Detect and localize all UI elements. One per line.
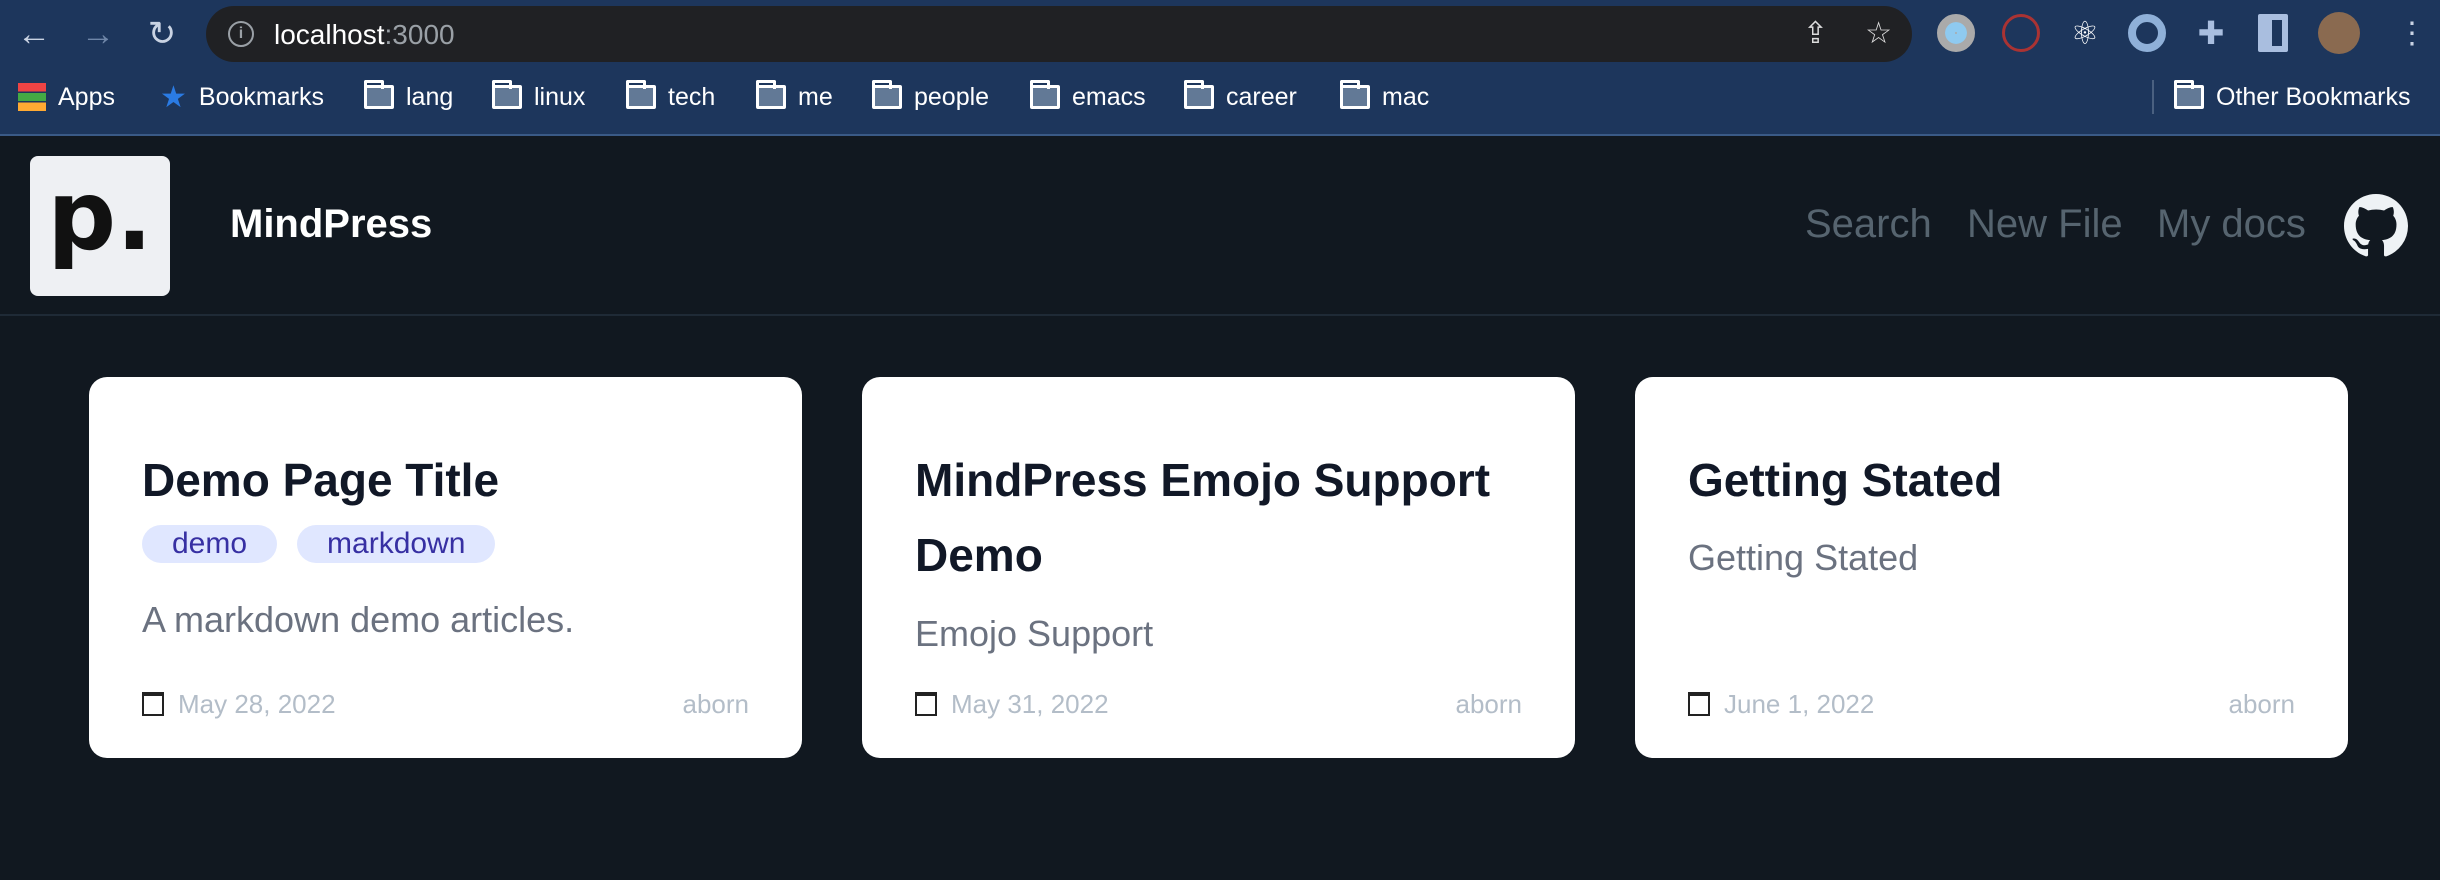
apps-icon: [18, 83, 46, 111]
forward-icon[interactable]: →: [78, 14, 118, 54]
logo[interactable]: p.: [30, 156, 170, 296]
card-author: aborn: [1455, 689, 1523, 719]
back-icon[interactable]: ←: [14, 14, 54, 54]
avatar[interactable]: [2318, 12, 2360, 54]
react-icon[interactable]: ⚛: [2066, 14, 2104, 52]
reload-icon[interactable]: ↻: [142, 14, 182, 54]
card-description: A markdown demo articles.: [142, 599, 575, 640]
bookmark-bookmarks[interactable]: ★ Bookmarks: [160, 80, 324, 114]
calendar-icon: [1688, 692, 1710, 716]
bookmark-folder[interactable]: mac: [1340, 80, 1429, 114]
address-bar[interactable]: i localhost:3000 ⇪ ☆: [206, 6, 1912, 62]
card-date: May 28, 2022: [142, 689, 336, 720]
brand-name[interactable]: MindPress: [230, 202, 432, 247]
divider: [2152, 80, 2154, 114]
folder-icon: [492, 80, 522, 109]
sidepanel-icon[interactable]: [2258, 14, 2288, 52]
card-date: June 1, 2022: [1688, 689, 1874, 720]
bookmark-folder[interactable]: me: [756, 80, 833, 114]
nav-my-docs[interactable]: My docs: [2157, 202, 2306, 247]
doc-card[interactable]: Getting Stated Getting Stated June 1, 20…: [1635, 377, 2348, 758]
star-icon[interactable]: ☆: [1865, 16, 1892, 51]
card-title[interactable]: Demo Page Title: [142, 443, 762, 518]
site-header: p. MindPress Search New File My docs: [0, 138, 2440, 316]
folder-icon: [1184, 80, 1214, 109]
tag[interactable]: demo: [142, 525, 278, 563]
extension-icon[interactable]: [2002, 14, 2040, 52]
bookmark-folder[interactable]: lang: [364, 80, 453, 114]
nav-search[interactable]: Search: [1805, 202, 1932, 247]
card-description: Emojo Support: [915, 613, 1154, 654]
card-author: aborn: [2228, 689, 2296, 719]
folder-icon: [364, 80, 394, 109]
folder-icon: [1030, 80, 1060, 109]
puzzle-icon[interactable]: ✚: [2192, 14, 2230, 52]
tag[interactable]: markdown: [297, 525, 496, 563]
tag-list: demo markdown: [142, 525, 496, 563]
folder-icon: [2174, 80, 2204, 109]
card-date: May 31, 2022: [915, 689, 1109, 720]
info-icon[interactable]: i: [228, 21, 254, 47]
star-icon: ★: [160, 80, 187, 114]
card-author: aborn: [682, 689, 750, 719]
doc-card[interactable]: MindPress Emojo Support Demo Emojo Suppo…: [862, 377, 1575, 758]
bookmark-folder[interactable]: career: [1184, 80, 1297, 114]
github-icon[interactable]: [2344, 194, 2408, 258]
bookmark-folder[interactable]: people: [872, 80, 989, 114]
nav-new-file[interactable]: New File: [1967, 202, 2123, 247]
browser-chrome: ← → ↻ i localhost:3000 ⇪ ☆ ⚛ ✚ ⋮ Apps ★ B…: [0, 0, 2440, 136]
url-text[interactable]: localhost:3000: [274, 19, 455, 51]
folder-icon: [1340, 80, 1370, 109]
calendar-icon: [915, 692, 937, 716]
bookmark-apps[interactable]: Apps: [18, 80, 115, 114]
bookmark-folder[interactable]: linux: [492, 80, 585, 114]
bookmark-other[interactable]: Other Bookmarks: [2174, 80, 2411, 114]
extension-icon[interactable]: [1937, 14, 1975, 52]
card-title[interactable]: MindPress Emojo Support Demo: [915, 443, 1535, 593]
calendar-icon: [142, 692, 164, 716]
extension-icon[interactable]: [2128, 14, 2166, 52]
card-description: Getting Stated: [1688, 537, 1919, 578]
bookmark-folder[interactable]: emacs: [1030, 80, 1146, 114]
folder-icon: [626, 80, 656, 109]
bookmark-folder[interactable]: tech: [626, 80, 715, 114]
folder-icon: [756, 80, 786, 109]
card-title[interactable]: Getting Stated: [1688, 443, 2308, 518]
doc-card[interactable]: Demo Page Title demo markdown A markdown…: [89, 377, 802, 758]
share-icon[interactable]: ⇪: [1803, 16, 1828, 51]
folder-icon: [872, 80, 902, 109]
menu-icon[interactable]: ⋮: [2392, 14, 2432, 54]
